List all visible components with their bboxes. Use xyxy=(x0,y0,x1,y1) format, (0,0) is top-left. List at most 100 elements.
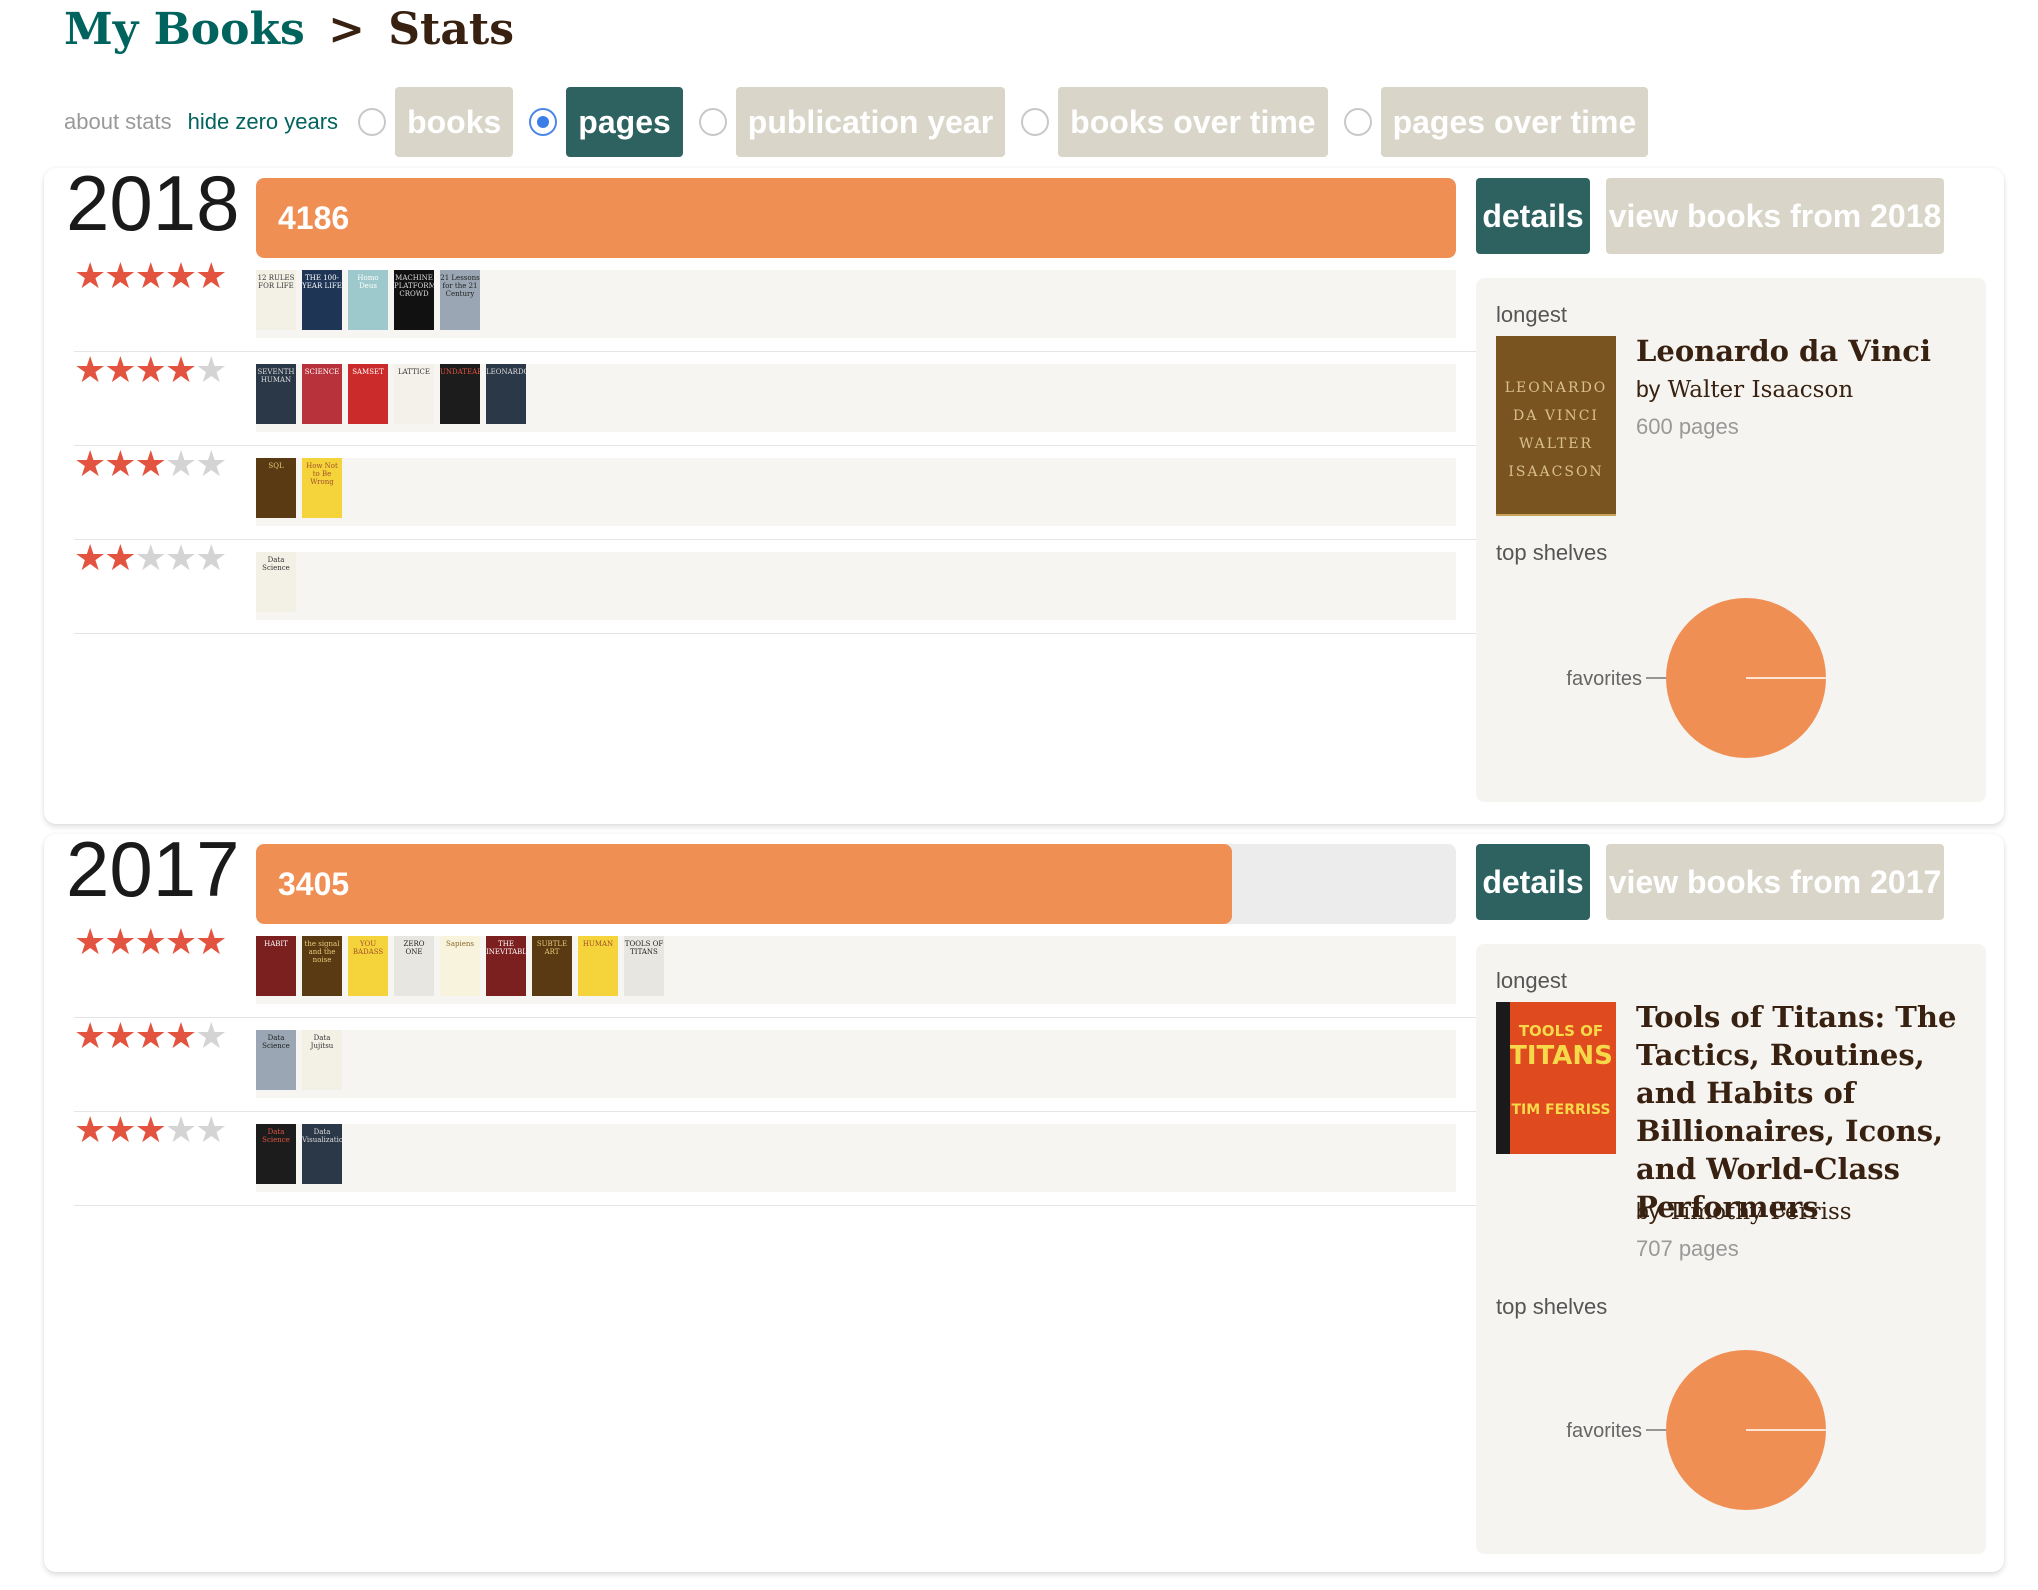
star-empty-icon: ★ xyxy=(195,443,227,484)
pages-pill[interactable]: pages xyxy=(566,87,683,157)
book-cover[interactable]: HABIT xyxy=(256,936,296,996)
book-cover[interactable]: YOU BADASS xyxy=(348,936,388,996)
longest-label: longest xyxy=(1496,302,1567,327)
book-cover[interactable]: LEONARDO xyxy=(486,364,526,424)
book-cover[interactable]: HUMAN xyxy=(578,936,618,996)
star-filled-icon: ★ xyxy=(134,1015,167,1056)
option-pages[interactable]: pages xyxy=(529,87,683,157)
longest-book-title[interactable]: Leonardo da Vinci xyxy=(1636,332,1966,370)
star-filled-icon: ★ xyxy=(164,255,197,296)
pages-over-time-pill[interactable]: pages over time xyxy=(1380,87,1649,157)
star-filled-icon: ★ xyxy=(134,349,167,390)
pages-total: 4186 xyxy=(278,200,350,236)
about-stats-link[interactable]: about stats xyxy=(64,109,172,135)
book-cover[interactable]: Data Science xyxy=(256,552,296,612)
pages-total: 3405 xyxy=(278,866,350,902)
publication-year-pill[interactable]: publication year xyxy=(735,87,1006,157)
year-heading: 2018 xyxy=(66,159,240,247)
details-button[interactable]: details xyxy=(1476,844,1590,920)
book-cover[interactable]: MACHINE PLATFORM CROWD xyxy=(394,270,434,330)
author-name[interactable]: Timothy Ferriss xyxy=(1668,1199,1852,1225)
books-radio[interactable] xyxy=(358,108,387,136)
book-cover[interactable]: Data Visualization xyxy=(302,1124,342,1184)
star-filled-icon: ★ xyxy=(74,537,106,578)
rating-row-3: ★★★★★ Data ScienceData Visualization xyxy=(74,1112,1504,1206)
author-name[interactable]: Walter Isaacson xyxy=(1668,377,1854,403)
books-pill[interactable]: books xyxy=(395,87,514,157)
breadcrumb-my-books-link[interactable]: My Books xyxy=(64,4,305,55)
four-star-rating-icon: ★★★★★ xyxy=(74,1015,227,1056)
three-star-rating-icon: ★★★★★ xyxy=(74,443,227,484)
cover-text: TOOLS OF xyxy=(1518,1022,1604,1040)
view-books-button[interactable]: view books from 2018 xyxy=(1606,178,1944,254)
cover-text: DA VINCI xyxy=(1513,408,1599,424)
pages-over-time-radio[interactable] xyxy=(1343,108,1372,136)
pages-bar-track: 3405 xyxy=(256,844,1456,924)
view-books-button[interactable]: view books from 2017 xyxy=(1606,844,1944,920)
book-cover[interactable]: Data Jujitsu xyxy=(302,1030,342,1090)
star-filled-icon: ★ xyxy=(195,255,227,296)
book-cover[interactable]: How Not to Be Wrong xyxy=(302,458,342,518)
book-cover[interactable]: SCIENCE xyxy=(302,364,342,424)
pie-label: favorites xyxy=(1566,1420,1642,1442)
option-books[interactable]: books xyxy=(358,87,514,157)
page-title: Stats xyxy=(388,4,514,55)
cover-text: ISAACSON xyxy=(1508,464,1604,480)
longest-book-cover[interactable]: LEONARDO DA VINCI WALTER ISAACSON xyxy=(1496,336,1616,516)
star-filled-icon: ★ xyxy=(74,1015,106,1056)
rating-row-4: ★★★★★ Data Science Data Jujitsu xyxy=(74,1018,1504,1112)
five-star-rating-icon: ★★★★★ xyxy=(74,255,227,296)
book-cover[interactable]: Data Science xyxy=(256,1124,296,1184)
year-details-panel: longest TOOLS OF TITANS TIM FERRISS Tool… xyxy=(1476,944,1986,1554)
book-cover[interactable]: THE INEVITABLE xyxy=(486,936,526,996)
book-cover[interactable]: Sapiens xyxy=(440,936,480,996)
book-cover[interactable]: SAMSET xyxy=(348,364,388,424)
hide-zero-years-link[interactable]: hide zero years xyxy=(188,109,338,135)
book-cover[interactable]: SEVENTH HUMAN xyxy=(256,364,296,424)
pages-bar-fill: 3405 xyxy=(256,844,1232,924)
star-filled-icon: ★ xyxy=(134,443,167,484)
book-cover[interactable]: SQL xyxy=(256,458,296,518)
breadcrumb-separator: > xyxy=(328,4,365,55)
option-publication-year[interactable]: publication year xyxy=(698,87,1006,157)
option-books-over-time[interactable]: books over time xyxy=(1021,87,1328,157)
breadcrumb: My Books > Stats xyxy=(64,4,514,55)
book-cover[interactable]: 12 RULES FOR LIFE xyxy=(256,270,296,330)
star-filled-icon: ★ xyxy=(164,349,197,390)
longest-book-cover[interactable]: TOOLS OF TITANS TIM FERRISS xyxy=(1496,1002,1616,1154)
book-cover[interactable]: THE 100-YEAR LIFE xyxy=(302,270,342,330)
books-strip: 12 RULES FOR LIFE THE 100-YEAR LIFE Homo D… xyxy=(256,270,1456,338)
star-filled-icon: ★ xyxy=(74,443,106,484)
books-over-time-pill[interactable]: books over time xyxy=(1058,87,1328,157)
books-strip: SEVENTH HUMAN SCIENCE SAMSET LATTICE UNDATEA… xyxy=(256,364,1456,432)
star-empty-icon: ★ xyxy=(164,1109,197,1150)
rating-row-4: ★★★★★ SEVENTH HUMAN SCIENCE SAMSET LATTICE U… xyxy=(74,352,1504,446)
star-filled-icon: ★ xyxy=(74,349,106,390)
rating-row-5: ★★★★★ 12 RULES FOR LIFE THE 100-YEAR LIFE… xyxy=(74,258,1504,352)
star-empty-icon: ★ xyxy=(164,537,197,578)
longest-label: longest xyxy=(1496,968,1567,993)
details-button[interactable]: details xyxy=(1476,178,1590,254)
book-cover[interactable]: 21 Lessons for the 21 Century xyxy=(440,270,480,330)
pages-radio[interactable] xyxy=(529,108,558,136)
pages-bar-track: 4186 xyxy=(256,178,1456,258)
book-cover[interactable]: SUBTLE ART xyxy=(532,936,572,996)
star-filled-icon: ★ xyxy=(104,537,136,578)
book-cover[interactable]: the signal and the noise xyxy=(302,936,342,996)
star-filled-icon: ★ xyxy=(104,1109,136,1150)
publication-year-radio[interactable] xyxy=(698,108,727,136)
book-cover[interactable]: TOOLS OF TITANS xyxy=(624,936,664,996)
book-cover[interactable]: ZERO ONE xyxy=(394,936,434,996)
star-empty-icon: ★ xyxy=(195,1109,227,1150)
book-cover[interactable]: LATTICE xyxy=(394,364,434,424)
year-card-2017: 2017 3405 details view books from 2017 ★… xyxy=(44,830,2004,1572)
books-strip: Data ScienceData Visualization xyxy=(256,1124,1456,1192)
year-heading: 2017 xyxy=(66,825,240,913)
five-star-rating-icon: ★★★★★ xyxy=(74,924,227,960)
option-pages-over-time[interactable]: pages over time xyxy=(1343,87,1649,157)
books-over-time-radio[interactable] xyxy=(1021,108,1050,136)
book-cover[interactable]: Homo Deus xyxy=(348,270,388,330)
book-cover[interactable]: UNDATEABLE xyxy=(440,364,480,424)
book-cover[interactable]: Data Science xyxy=(256,1030,296,1090)
longest-book-title[interactable]: Tools of Titans: The Tactics, Routines, … xyxy=(1636,998,1966,1226)
